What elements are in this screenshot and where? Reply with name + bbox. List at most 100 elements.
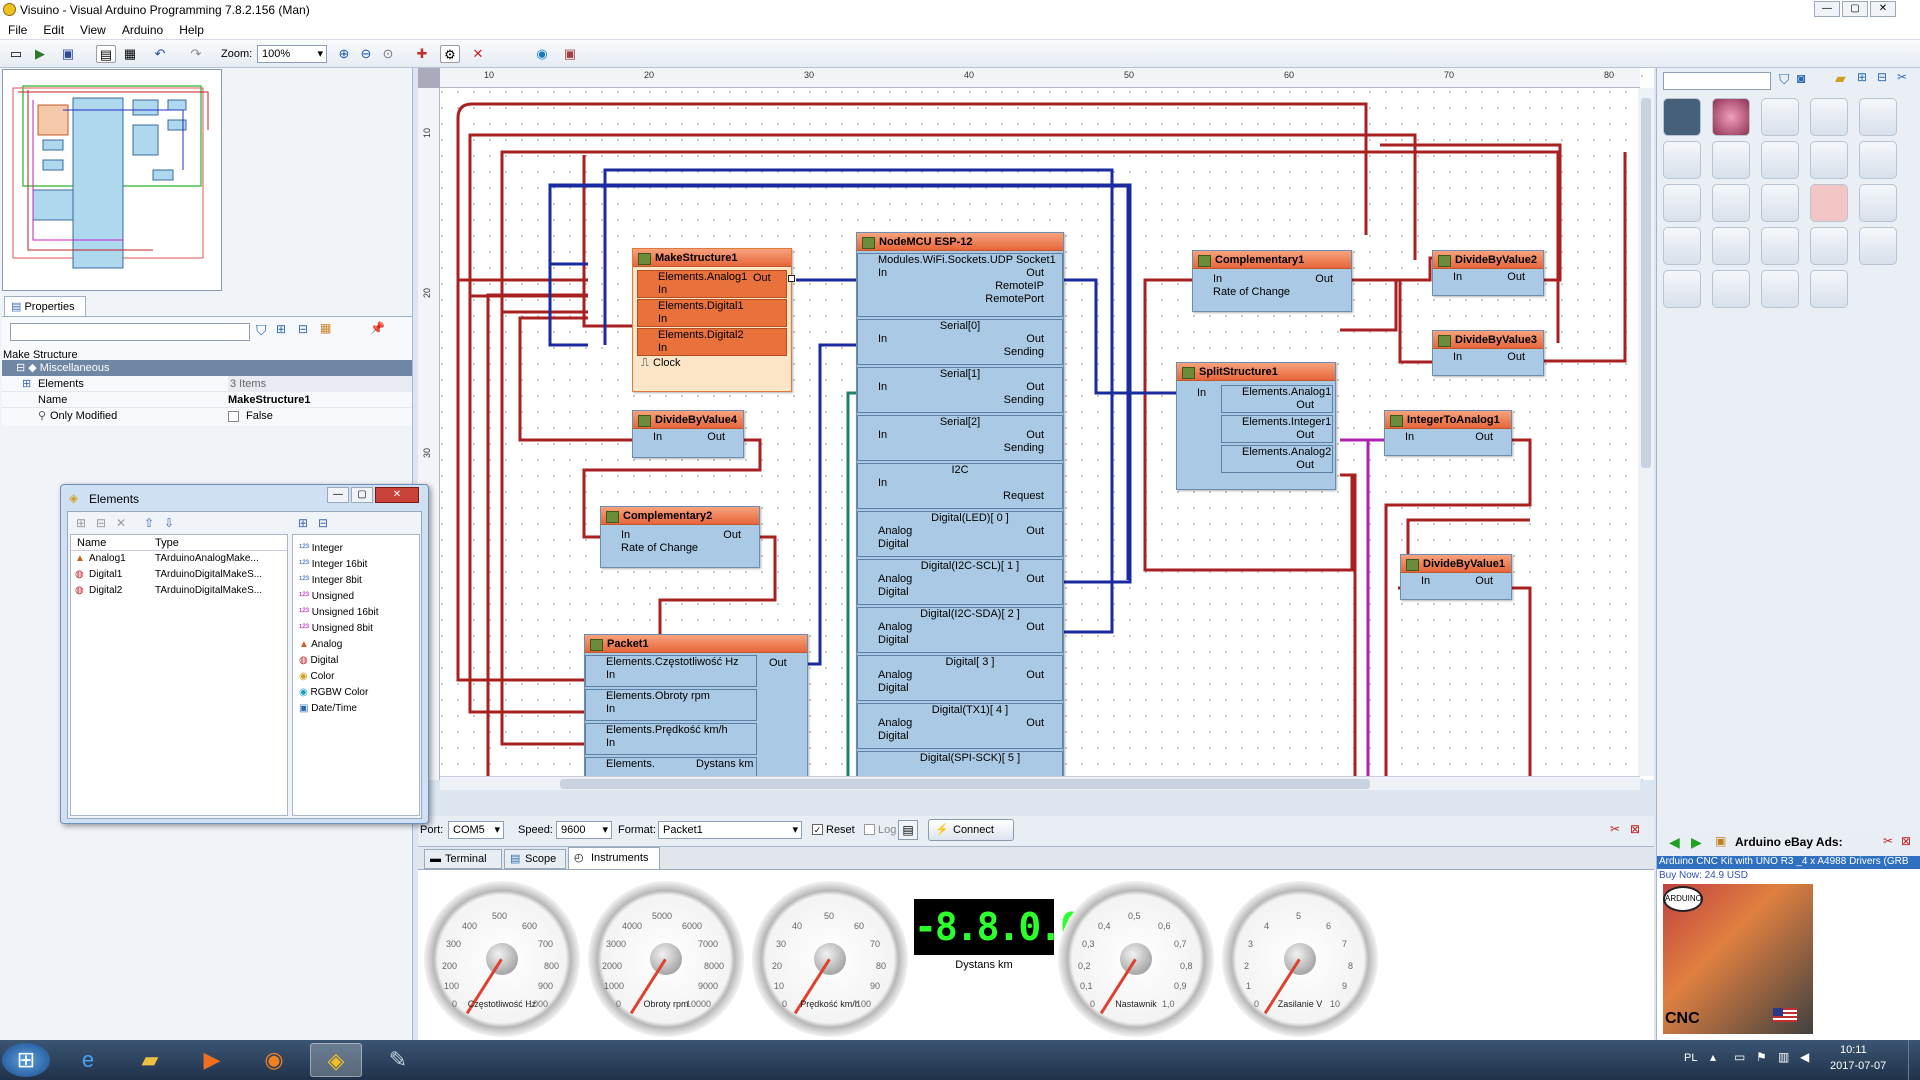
reset-checkbox[interactable]: ✓ [812, 824, 823, 835]
palette-tile[interactable] [1712, 98, 1750, 136]
types-collapse-icon[interactable]: ⊟ [318, 516, 328, 530]
canvas-vertical-scrollbar[interactable] [1638, 88, 1654, 776]
type-unsigned[interactable]: ¹²³ Unsigned [299, 589, 379, 605]
tray-expand-icon[interactable]: ▴ [1710, 1050, 1716, 1064]
type-color[interactable]: ◉ Color [299, 669, 379, 685]
tab-instruments[interactable]: ◴ Instruments [568, 847, 660, 869]
palette-expand-icon[interactable]: ⊞ [1857, 70, 1867, 84]
palette-tile[interactable] [1663, 270, 1701, 308]
language-indicator[interactable]: PL [1684, 1052, 1697, 1064]
element-duplicate-icon[interactable]: ⊟ [96, 516, 106, 530]
palette-tile[interactable] [1810, 98, 1848, 136]
move-down-icon[interactable]: ⇩ [164, 516, 174, 530]
palette-tile[interactable] [1663, 98, 1701, 136]
palette-tile[interactable] [1810, 184, 1848, 222]
palette-tile[interactable] [1663, 227, 1701, 265]
palette-tile[interactable] [1712, 270, 1750, 308]
divide-by-value1-component[interactable]: DivideByValue1 In Out [1400, 554, 1512, 600]
palette-tile[interactable] [1810, 141, 1848, 179]
maximize-button[interactable]: ▢ [1842, 1, 1868, 17]
divide-by-value3-component[interactable]: DivideByValue3 In Out [1432, 330, 1544, 376]
palette-tile[interactable] [1761, 184, 1799, 222]
packet-component[interactable]: Packet1 Elements.Częstotliwość Hz In Elem… [584, 634, 808, 780]
palette-tile[interactable] [1712, 227, 1750, 265]
elements-minimize-button[interactable]: — [327, 487, 349, 503]
list-item[interactable]: ◍ Digital2 TArduinoDigitalMakeS... [71, 585, 287, 599]
ads-next-icon[interactable]: ▶ [1691, 834, 1702, 851]
serial-close-icon[interactable]: ⊠ [1630, 822, 1640, 836]
start-button[interactable]: ⊞ [2, 1043, 50, 1077]
visuino-taskbar-icon[interactable]: ◈ [310, 1043, 362, 1077]
elements-maximize-button[interactable]: ▢ [351, 487, 373, 503]
elements-close-button[interactable]: ✕ [375, 487, 419, 503]
element-add-icon[interactable]: ⊞ [76, 516, 86, 530]
make-structure-out-pin[interactable] [788, 275, 795, 282]
palette-collapse-icon[interactable]: ⊟ [1877, 70, 1887, 84]
tab-terminal[interactable]: ▬ Terminal [424, 849, 502, 869]
palette-tile[interactable] [1712, 184, 1750, 222]
complementary1-component[interactable]: Complementary1 In Out Rate of Change [1192, 250, 1352, 312]
integer-to-analog-component[interactable]: IntegerToAnalog1 In Out [1384, 410, 1512, 456]
palette-tile[interactable] [1663, 184, 1701, 222]
divide-by-value4-component[interactable]: DivideByValue4 In Out [632, 410, 744, 458]
elements-window[interactable]: ◈ Elements — ▢ ✕ ⊞ ⊟ ✕ ⇧ ⇩ ⊞ ⊟ Name Type… [60, 484, 429, 824]
minimize-button[interactable]: — [1814, 1, 1840, 17]
clock-date[interactable]: 2017-07-07 [1830, 1060, 1886, 1072]
close-button[interactable]: ✕ [1870, 1, 1896, 17]
palette-tile[interactable] [1712, 141, 1750, 179]
tool-taskbar-icon[interactable]: ✎ [372, 1043, 424, 1077]
element-delete-icon[interactable]: ✕ [116, 516, 126, 530]
ads-close-icon[interactable]: ⊠ [1901, 834, 1911, 848]
type-integer[interactable]: ¹²³ Integer [299, 541, 379, 557]
list-item[interactable]: ▲ Analog1 TArduinoAnalogMake... [71, 553, 287, 567]
type-analog[interactable]: ▲ Analog [299, 637, 379, 653]
split-structure-component[interactable]: SplitStructure1 In Elements.Analog1 Out E… [1176, 362, 1336, 490]
firefox-taskbar-icon[interactable]: ◉ [248, 1043, 300, 1077]
explorer-taskbar-icon[interactable]: ▰ [124, 1043, 176, 1077]
ads-prev-icon[interactable]: ◀ [1669, 834, 1680, 851]
palette-tile[interactable] [1810, 270, 1848, 308]
ads-item-link[interactable]: Arduino CNC Kit with UNO R3 _4 x A4988 D… [1657, 856, 1920, 869]
types-expand-icon[interactable]: ⊞ [298, 516, 308, 530]
palette-search-input[interactable] [1663, 72, 1771, 90]
palette-filter-icon[interactable]: ⛉ [1779, 71, 1790, 88]
palette-tile[interactable] [1663, 141, 1701, 179]
ie-taskbar-icon[interactable]: e [62, 1043, 114, 1077]
nodemcu-component[interactable]: NodeMCU ESP-12 Modules.WiFi.Sockets.UDP … [856, 232, 1064, 780]
type-digital[interactable]: ◍ Digital [299, 653, 379, 669]
type-unsigned16[interactable]: ¹²³ Unsigned 16bit [299, 605, 379, 621]
log-checkbox[interactable] [864, 824, 875, 835]
connect-button[interactable]: ⚡ Connect [928, 819, 1014, 841]
palette-tools-icon[interactable]: ✂ [1897, 70, 1907, 84]
palette-tile[interactable] [1761, 98, 1799, 136]
speed-select[interactable]: 9600 ▾ [556, 821, 612, 839]
tray-flag-icon[interactable]: ⚑ [1756, 1050, 1767, 1064]
palette-tile[interactable] [1859, 184, 1897, 222]
palette-tile[interactable] [1810, 227, 1848, 265]
log-file-icon[interactable]: ▤ [898, 820, 918, 840]
port-select[interactable]: COM5 ▾ [448, 821, 504, 839]
canvas-horizontal-scrollbar[interactable] [440, 776, 1640, 790]
palette-tile[interactable] [1761, 141, 1799, 179]
type-integer8[interactable]: ¹²³ Integer 8bit [299, 573, 379, 589]
complementary2-component[interactable]: Complementary2 In Out Rate of Change [600, 506, 760, 568]
tray-volume-icon[interactable]: ◀ [1800, 1050, 1809, 1064]
format-select[interactable]: Packet1 ▾ [658, 821, 802, 839]
palette-tile[interactable] [1859, 227, 1897, 265]
move-up-icon[interactable]: ⇧ [144, 516, 154, 530]
palette-tile[interactable] [1859, 141, 1897, 179]
palette-folder-icon[interactable]: ▰ [1835, 70, 1846, 87]
media-player-taskbar-icon[interactable]: ▶ [186, 1043, 238, 1077]
palette-tile[interactable] [1761, 227, 1799, 265]
type-rgbw-color[interactable]: ◉ RGBW Color [299, 685, 379, 701]
clock-time[interactable]: 10:11 [1840, 1044, 1867, 1056]
palette-view-icon[interactable]: ◙ [1797, 70, 1805, 86]
tray-network-icon[interactable]: ▥ [1778, 1050, 1789, 1064]
divide-by-value2-component[interactable]: DivideByValue2 In Out [1432, 250, 1544, 296]
tray-keyboard-icon[interactable]: ▭ [1734, 1050, 1745, 1064]
palette-tile[interactable] [1761, 270, 1799, 308]
type-integer16[interactable]: ¹²³ Integer 16bit [299, 557, 379, 573]
tab-scope[interactable]: ▤ Scope [504, 849, 566, 869]
show-desktop-button[interactable] [1908, 1040, 1920, 1080]
ads-tools-icon[interactable]: ✂ [1883, 834, 1893, 848]
